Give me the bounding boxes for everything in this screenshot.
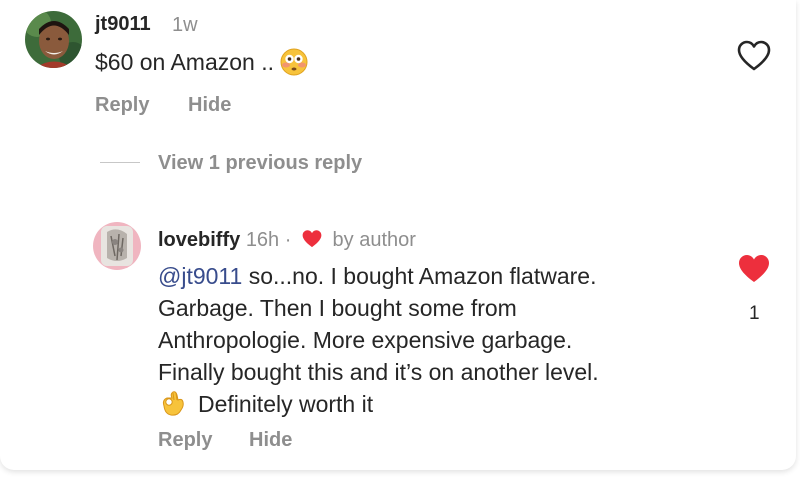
reply-text-line: Definitely worth it xyxy=(158,388,599,420)
avatar[interactable] xyxy=(93,222,141,270)
comment-text: $60 on Amazon .. xyxy=(95,49,275,75)
reply-hide-button[interactable]: Hide xyxy=(249,429,292,452)
comment-reply-button[interactable]: Reply xyxy=(95,94,149,117)
reply-text-segment: so...no. I bought Amazon flatware. xyxy=(242,263,597,289)
liked-by-author-label: by author xyxy=(332,229,416,251)
comment-text-row: $60 on Amazon .. xyxy=(95,46,308,78)
mention-link[interactable]: @jt9011 xyxy=(158,263,242,289)
replies-divider xyxy=(100,162,140,163)
like-count[interactable]: 1 xyxy=(749,303,760,325)
ok-hand-icon xyxy=(158,388,188,418)
reply-text: @jt9011 so...no. I bought Amazon flatwar… xyxy=(158,260,599,420)
reply-text-line: Finally bought this and it’s on another … xyxy=(158,359,599,385)
heart-outline-icon[interactable] xyxy=(737,40,771,72)
comment-hide-button[interactable]: Hide xyxy=(188,94,231,117)
flushed-face-icon xyxy=(280,48,308,76)
heart-filled-icon[interactable] xyxy=(737,253,771,285)
reply-reply-button[interactable]: Reply xyxy=(158,429,212,452)
comment-username[interactable]: jt9011 xyxy=(95,13,151,36)
heart-filled-icon xyxy=(301,229,323,249)
reply-time: 16h xyxy=(245,229,280,251)
reply-text-line: @jt9011 so...no. I bought Amazon flatwar… xyxy=(158,260,599,292)
reply-text-line: Garbage. Then I bought some from xyxy=(158,295,517,321)
comment-thread: jt9011 1w $60 on Amazon .. Reply Hide Vi… xyxy=(0,0,796,470)
reply-header: lovebiffy 16h · by author xyxy=(158,229,416,252)
view-previous-replies-button[interactable]: View 1 previous reply xyxy=(158,152,362,175)
comment-time: 1w xyxy=(172,14,198,36)
avatar[interactable] xyxy=(25,11,82,68)
reply-text-line: Anthropologie. More expensive garbage. xyxy=(158,327,573,353)
reply-username[interactable]: lovebiffy xyxy=(158,229,240,251)
separator: · xyxy=(284,229,292,251)
reply-text-segment: Definitely worth it xyxy=(198,391,374,417)
